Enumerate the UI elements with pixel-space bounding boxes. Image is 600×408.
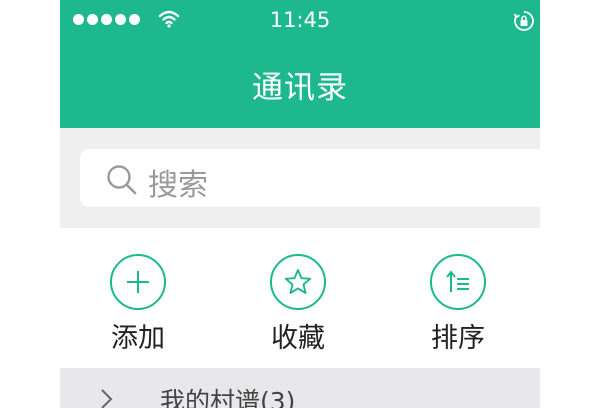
- group-label: 我的村谱(3): [160, 387, 296, 408]
- favorites-icon-circle: [270, 254, 326, 310]
- page-title: 通讯录: [252, 70, 348, 106]
- search-area: 搜索: [60, 128, 550, 228]
- search-input[interactable]: 搜索: [80, 149, 550, 207]
- add-label: 添加: [111, 323, 165, 354]
- add-icon-circle: [110, 254, 166, 310]
- rotation-lock-icon: [513, 11, 534, 31]
- plus-icon: [127, 271, 149, 293]
- status-bar: 11:45: [60, 0, 540, 40]
- star-icon: [284, 269, 312, 294]
- search-icon: [107, 165, 137, 195]
- sort-icon: [446, 270, 469, 292]
- search-placeholder: 搜索: [148, 168, 208, 203]
- sort-label: 排序: [431, 323, 485, 354]
- quick-actions: 添加 收藏 排序: [60, 228, 540, 368]
- favorites-label: 收藏: [271, 323, 325, 354]
- group-row-my-village[interactable]: 我的村谱(3): [60, 368, 540, 408]
- chevron-right-icon: [101, 389, 113, 408]
- sort-icon-circle: [430, 254, 486, 310]
- left-margin: [0, 0, 60, 400]
- header: 11:45 通讯录: [60, 0, 540, 128]
- sort-button[interactable]: 排序: [398, 254, 518, 364]
- status-time: 11:45: [269, 8, 331, 32]
- favorites-button[interactable]: 收藏: [238, 254, 358, 364]
- add-button[interactable]: 添加: [78, 254, 198, 364]
